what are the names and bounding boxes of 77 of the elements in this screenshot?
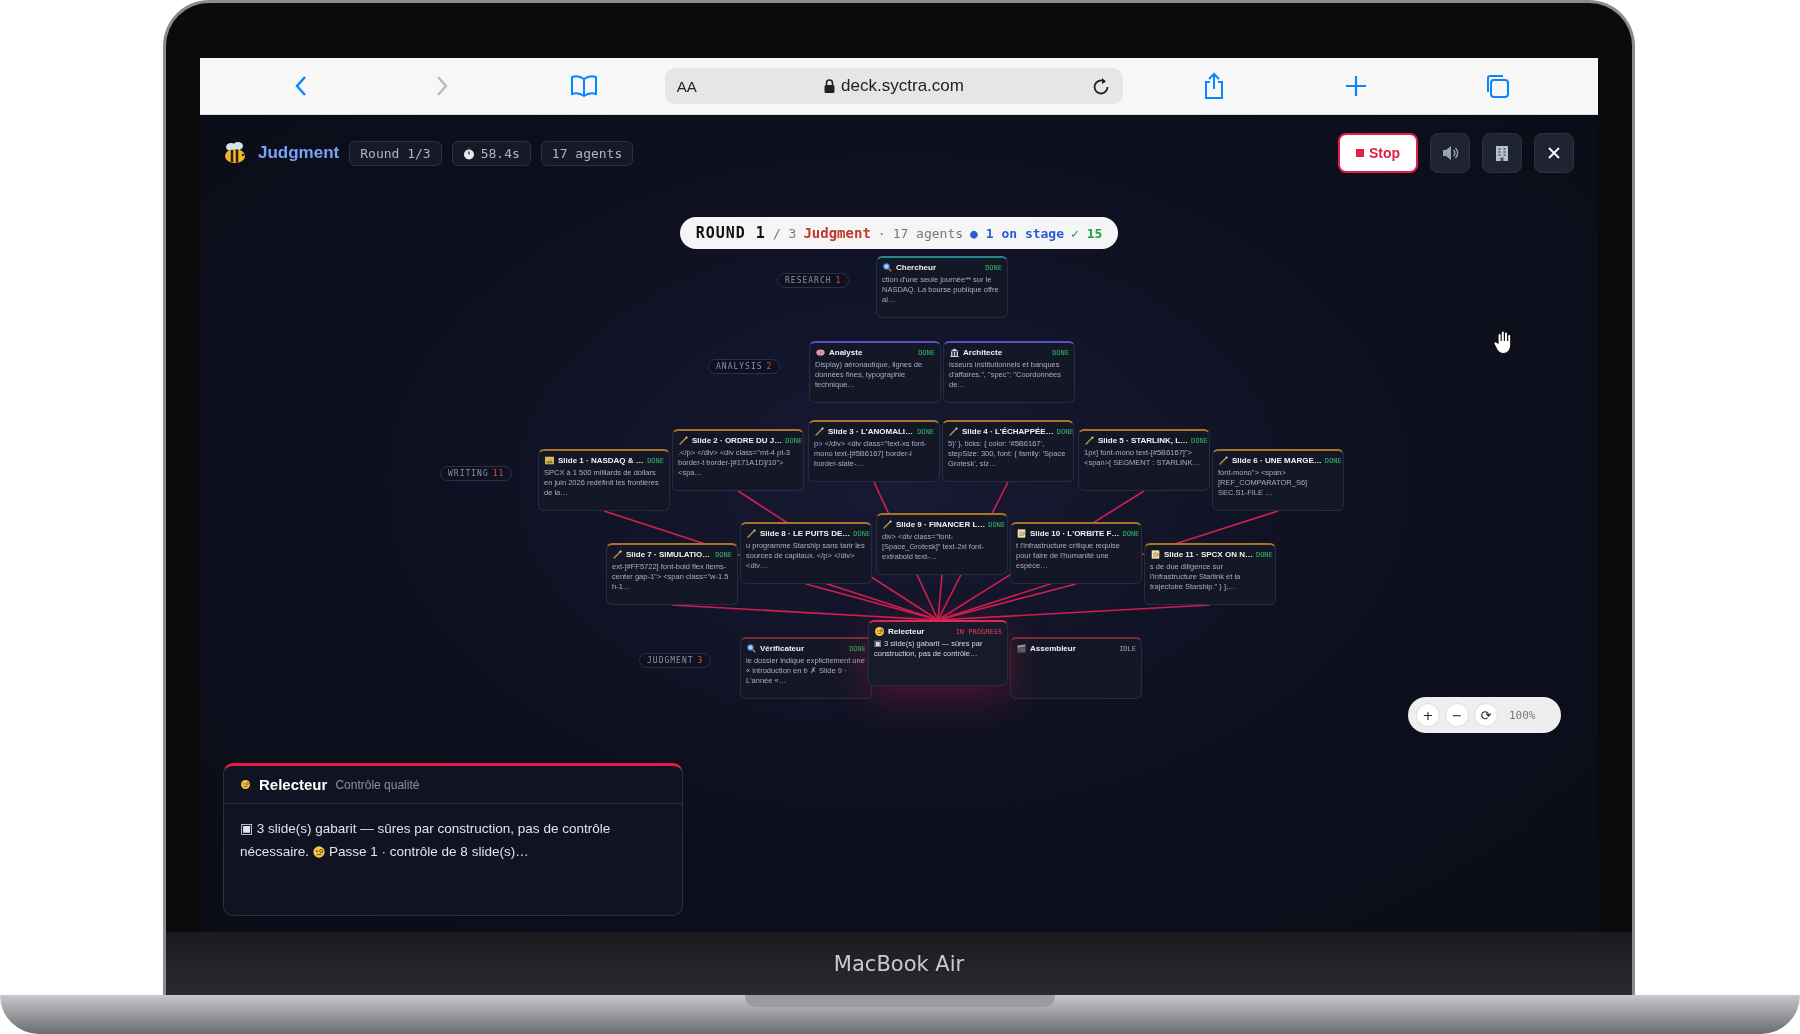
close-button[interactable] <box>1534 133 1574 173</box>
agent-name: Chercheur <box>896 263 937 272</box>
separator-dot: · <box>877 226 886 241</box>
stage-label: ANALYSIS 2 <box>708 359 781 374</box>
magnifier-icon <box>882 262 893 273</box>
agent-name: Slide 5 · STARLINK, L… <box>1098 436 1189 445</box>
stage-label: WRITING 11 <box>440 466 513 481</box>
device-label: MacBook Air <box>833 951 965 976</box>
building-button[interactable] <box>1482 133 1522 173</box>
url-text: deck.syctra.com <box>841 76 964 96</box>
app-title: Judgment <box>258 143 340 163</box>
speaker-icon <box>1441 145 1459 161</box>
chevron-left-icon <box>293 75 308 97</box>
agent-name: Slide 7 · SIMULATIO… <box>626 550 712 559</box>
agent-name: Slide 4 · L'ÉCHAPPÉE… <box>962 427 1054 436</box>
agent-name: Slide 9 · FINANCER L… <box>896 520 986 529</box>
agent-name: Architecte <box>963 348 1004 357</box>
close-icon <box>1548 147 1560 159</box>
agent-name: Assembleur <box>1030 644 1077 653</box>
agent-name: Relecteur <box>888 627 926 636</box>
wand-icon <box>814 426 825 437</box>
panel-message: Passe 1 · contrôle de 8 slide(s)… <box>329 842 529 861</box>
agent-name: Analyste <box>829 348 864 357</box>
lock-icon <box>824 79 836 93</box>
stop-icon <box>1355 149 1364 157</box>
agent-name: Slide 11 · SPCX ON N… <box>1164 550 1253 559</box>
chevron-right-icon <box>435 75 450 97</box>
wand-icon <box>1084 435 1095 446</box>
wand-icon <box>1218 455 1229 466</box>
image-icon <box>544 455 555 466</box>
building-icon <box>949 347 960 358</box>
clapperboard-icon <box>1016 643 1027 654</box>
info-chip: 17 agents <box>540 140 634 166</box>
building-icon <box>1494 144 1510 162</box>
info-chip: Round 1/3 <box>349 140 442 166</box>
face-icon <box>312 845 327 860</box>
agent-name: Slide 6 · UNE MARGE… <box>1232 456 1322 465</box>
agent-name: Slide 1 · NASDAQ & … <box>558 456 645 465</box>
round-total: / 3 <box>772 226 797 241</box>
address-bar[interactable]: AA deck.syctra.com <box>664 68 1124 104</box>
zoom-control-button[interactable]: ⟳ <box>1474 703 1498 727</box>
stage-label: JUDGMENT 3 <box>639 653 712 668</box>
bee-icon <box>222 141 248 165</box>
notepad-icon <box>1016 528 1027 539</box>
timer-chip: 58.4s <box>451 140 531 166</box>
wand-icon <box>612 549 623 560</box>
agent-name: Slide 10 · L'ORBITE F… <box>1030 529 1120 538</box>
round-label: ROUND 1 <box>695 224 766 242</box>
agent-name: Vérificateur <box>760 644 806 653</box>
phase-label: Judgment <box>803 225 871 241</box>
agent-name: Slide 2 · ORDRE DU J… <box>692 436 783 445</box>
wand-icon <box>746 528 757 539</box>
zoom-percent: 100% <box>1509 708 1536 722</box>
zoom-control-button[interactable]: − <box>1445 703 1469 727</box>
stopwatch-icon <box>462 146 475 160</box>
panel-message: ▣ 3 slide(s) gabarit — sûres par construction, pas de contrôle <box>240 821 611 836</box>
face-icon <box>240 779 251 790</box>
panel-message: nécessaire. <box>240 842 310 861</box>
completed-count: ✓ 15 <box>1071 226 1103 241</box>
stop-button[interactable]: Stop <box>1337 133 1418 173</box>
on-stage-count: ● 1 on stage <box>970 226 1064 241</box>
text-size-button[interactable]: AA <box>676 77 697 95</box>
stage-label: RESEARCH 1 <box>777 273 850 288</box>
sound-button[interactable] <box>1430 133 1470 173</box>
wand-icon <box>882 519 893 530</box>
agent-count: 17 agents <box>892 226 964 241</box>
agent-name: Slide 3 · L'ANOMALI… <box>828 427 914 436</box>
wand-icon <box>948 426 959 437</box>
magnifier-icon <box>746 643 757 654</box>
zoom-control-button[interactable]: + <box>1416 703 1440 727</box>
brain-icon <box>815 347 826 358</box>
wand-icon <box>678 435 689 446</box>
agent-name: Slide 8 · LE PUITS DE… <box>760 529 851 538</box>
face-icon <box>874 626 885 637</box>
panel-title: Relecteur <box>259 776 328 793</box>
notepad-icon <box>1150 549 1161 560</box>
panel-subtitle: Contrôle qualité <box>335 777 420 792</box>
